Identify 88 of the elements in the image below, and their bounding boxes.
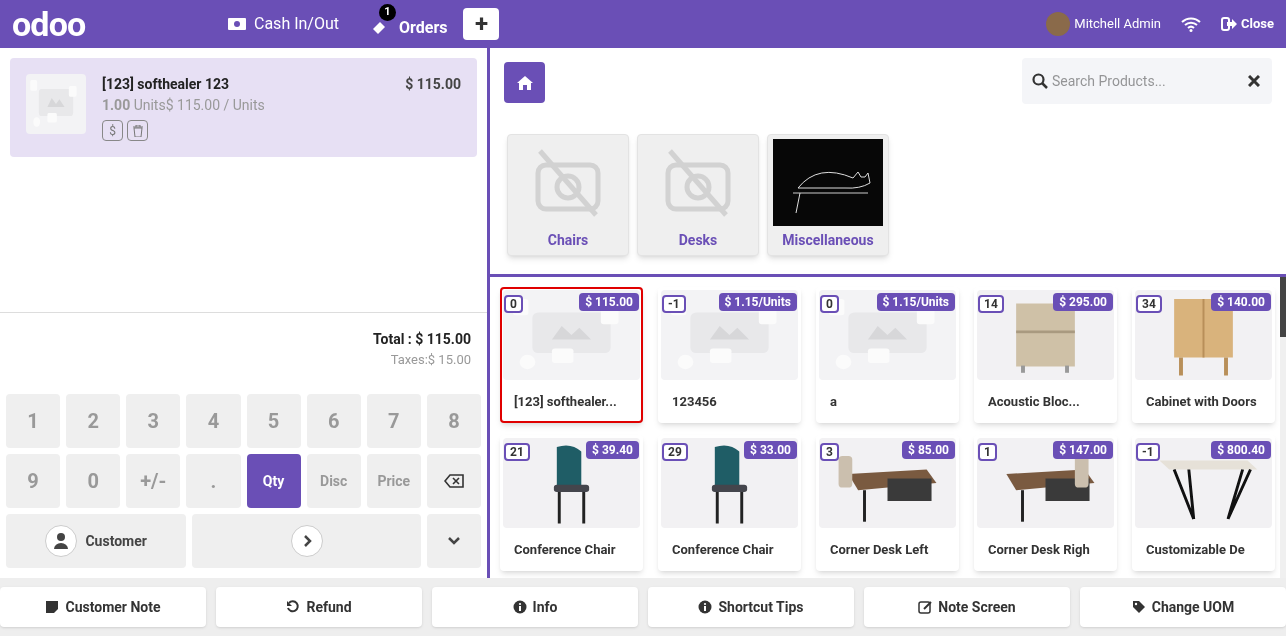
product-card[interactable]: 1 $ 147.00 Corner Desk Righ xyxy=(974,435,1117,571)
edit-icon xyxy=(918,600,933,614)
order-line-name: [123] softhealer 123 xyxy=(102,75,231,94)
chevron-down-icon xyxy=(447,537,460,545)
order-taxes: Taxes:$ 15.00 xyxy=(389,351,471,369)
product-name: Corner Desk Left xyxy=(829,541,930,559)
stock-badge: 14 xyxy=(978,295,1004,313)
stock-badge: 1 xyxy=(978,443,997,461)
price-tag: $ 147.00 xyxy=(1053,441,1113,459)
search-icon xyxy=(1032,73,1048,89)
banknote-icon xyxy=(228,18,246,30)
trash-icon xyxy=(132,124,143,137)
product-card[interactable]: 0 $ 115.00 [123] softhealer... xyxy=(500,287,643,423)
order-line-quantity: 1.00 Units$ 115.00 / Units xyxy=(102,96,266,115)
tag-icon xyxy=(1131,600,1146,614)
product-name: Cabinet with Doors xyxy=(1145,393,1258,411)
stock-badge: 3 xyxy=(820,443,839,461)
product-card[interactable]: 34 $ 140.00 Cabinet with Doors xyxy=(1132,287,1275,423)
chevron-right-icon xyxy=(290,525,323,557)
orders-button[interactable]: 1 Orders xyxy=(371,4,448,44)
scrollbar[interactable] xyxy=(1280,277,1286,578)
stock-badge: 21 xyxy=(504,443,530,461)
clear-icon[interactable] xyxy=(1248,75,1260,87)
mode-key[interactable]: Qty xyxy=(246,454,301,508)
backspace-icon xyxy=(443,474,464,488)
product-card[interactable]: 21 $ 39.40 Conference Chair xyxy=(500,435,643,571)
action-button[interactable]: Customer Note xyxy=(0,587,206,627)
stock-badge: 29 xyxy=(662,443,688,461)
stock-badge: -1 xyxy=(662,295,686,313)
price-tag: $ 800.40 xyxy=(1211,441,1271,459)
product-card[interactable]: 29 $ 33.00 Conference Chair xyxy=(658,435,801,571)
user-name: Mitchell Admin xyxy=(1074,15,1161,34)
price-tag: $ 1.15/Units xyxy=(718,293,797,311)
price-tag: $ 85.00 xyxy=(902,441,955,459)
product-name: Conference Chair xyxy=(671,541,775,559)
product-name: a xyxy=(829,393,838,411)
product-name: 123456 xyxy=(671,393,718,411)
logo[interactable]: odoo xyxy=(12,7,228,41)
category-tile[interactable]: Miscellaneous xyxy=(767,134,889,256)
category-tile[interactable]: Chairs xyxy=(507,134,629,256)
price-tag: $ 140.00 xyxy=(1211,293,1271,311)
order-line-price: $ 115.00 xyxy=(405,75,461,94)
action-button[interactable]: Info xyxy=(432,587,638,627)
cash-in-out-button[interactable]: Cash In/Out xyxy=(228,12,339,36)
price-tag: $ 1.15/Units xyxy=(876,293,955,311)
user-avatar xyxy=(1046,12,1071,36)
action-button[interactable]: Note Screen xyxy=(864,587,1070,627)
action-button[interactable]: Refund xyxy=(216,587,422,627)
backspace-key[interactable] xyxy=(426,454,481,508)
action-button[interactable]: Shortcut Tips xyxy=(648,587,854,627)
category-tile[interactable]: Desks xyxy=(637,134,759,256)
close-button[interactable]: Close xyxy=(1221,14,1274,34)
stock-badge: 0 xyxy=(504,295,523,313)
note-icon xyxy=(45,600,60,614)
product-name: Corner Desk Righ xyxy=(987,541,1091,559)
product-name: Acoustic Bloc... xyxy=(987,393,1081,411)
product-card[interactable]: -1 $ 800.40 Customizable De xyxy=(1132,435,1275,571)
stock-badge: 34 xyxy=(1136,295,1162,313)
person-icon xyxy=(45,525,78,557)
product-name: Customizable De xyxy=(1145,541,1246,559)
undo-icon xyxy=(286,600,301,614)
home-icon xyxy=(516,75,533,90)
product-card[interactable]: -1 $ 1.15/Units 123456 xyxy=(658,287,801,423)
product-name: [123] softhealer... xyxy=(513,393,618,411)
order-count-badge: 1 xyxy=(379,4,396,21)
action-button[interactable]: Change UOM xyxy=(1080,587,1286,627)
order-total: Total : $ 115.00 xyxy=(372,330,471,349)
new-order-button[interactable]: + xyxy=(463,8,500,40)
product-card[interactable]: 0 $ 1.15/Units a xyxy=(816,287,959,423)
info-icon xyxy=(698,600,713,614)
price-tag: $ 39.40 xyxy=(586,441,639,459)
product-card[interactable]: 14 $ 295.00 Acoustic Bloc... xyxy=(974,287,1117,423)
wifi-icon xyxy=(1181,16,1201,32)
info-icon xyxy=(512,600,527,614)
product-name: Conference Chair xyxy=(513,541,617,559)
price-tag: $ 33.00 xyxy=(744,441,797,459)
search-field[interactable]: Search Products... xyxy=(1022,58,1272,104)
customer-button[interactable]: Customer xyxy=(6,514,187,568)
ticket-icon xyxy=(371,20,387,36)
product-card[interactable]: 3 $ 85.00 Corner Desk Left xyxy=(816,435,959,571)
price-tag: $ 295.00 xyxy=(1053,293,1113,311)
stock-badge: 0 xyxy=(820,295,839,313)
sign-out-icon xyxy=(1221,17,1237,31)
price-button[interactable]: $ xyxy=(102,120,123,141)
stock-badge: -1 xyxy=(1136,443,1160,461)
delete-button[interactable] xyxy=(127,120,148,141)
price-tag: $ 115.00 xyxy=(579,293,639,311)
home-button[interactable] xyxy=(504,62,545,103)
